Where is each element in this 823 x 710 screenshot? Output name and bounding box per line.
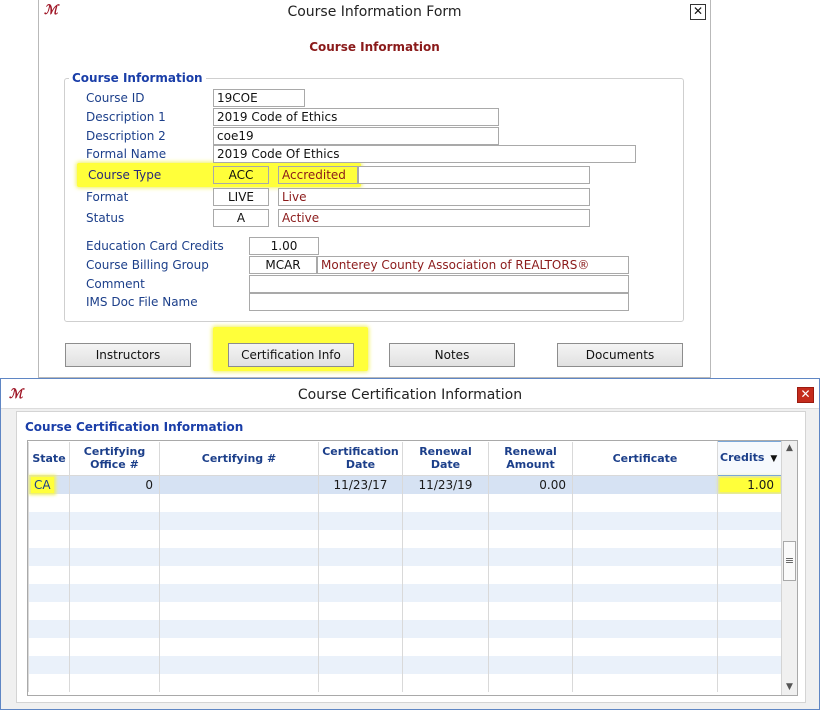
table-row[interactable]: [28, 511, 783, 530]
scroll-thumb[interactable]: ≡: [783, 541, 796, 581]
certification-table: State Certifying Office # Certifying # C…: [28, 441, 783, 692]
sort-descending-icon[interactable]: ▼: [770, 454, 777, 464]
window-title: Course Certification Information: [297, 387, 523, 403]
education-card-credits-field[interactable]: 1.00: [249, 237, 319, 255]
title-bar: ℳ Course Information Form ✕: [39, 0, 710, 26]
ims-doc-file-name-label: IMS Doc File Name: [86, 295, 198, 309]
table-row[interactable]: [28, 583, 783, 602]
course-certification-window: ℳ Course Certification Information ✕ Cou…: [0, 378, 820, 710]
table-row[interactable]: CA 0 11/23/17 11/23/19 0.00 1.00: [28, 475, 783, 494]
documents-button[interactable]: Documents: [557, 343, 683, 367]
column-header-certification-date[interactable]: Certification Date: [318, 441, 403, 476]
course-type-desc-field: Accredited: [278, 166, 358, 184]
formal-name-field[interactable]: 2019 Code Of Ethics: [213, 145, 636, 163]
ims-doc-file-name-field[interactable]: [249, 293, 629, 311]
formal-name-label: Formal Name: [86, 147, 167, 161]
format-label: Format: [86, 190, 129, 204]
notes-button[interactable]: Notes: [389, 343, 515, 367]
table-row[interactable]: [28, 619, 783, 638]
credits-value: 1.00: [720, 477, 780, 492]
column-header-state[interactable]: State: [28, 441, 70, 476]
table-row[interactable]: [28, 601, 783, 620]
certification-panel: Course Certification Information State C…: [16, 411, 806, 703]
certification-info-button[interactable]: Certification Info: [228, 343, 354, 367]
window-title: Course Information Form: [287, 4, 462, 20]
certification-date-cell[interactable]: 11/23/17: [318, 475, 403, 494]
course-type-label: Course Type: [88, 168, 162, 182]
credits-header-label: Credits: [720, 451, 765, 464]
status-desc-field: Active: [278, 209, 590, 227]
billing-group-code-field[interactable]: MCAR: [249, 256, 317, 274]
description1-label: Description 1: [86, 110, 166, 124]
instructors-button[interactable]: Instructors: [65, 343, 191, 367]
course-billing-group-label: Course Billing Group: [86, 258, 209, 272]
column-header-renewal-date[interactable]: Renewal Date: [402, 441, 489, 476]
title-bar: ℳ Course Certification Information ✕: [1, 379, 819, 409]
vertical-scrollbar[interactable]: ▲ ≡ ▼: [781, 441, 797, 695]
description2-field[interactable]: coe19: [213, 127, 499, 145]
course-type-code-field[interactable]: ACC: [213, 166, 269, 184]
column-header-certificate[interactable]: Certificate: [572, 441, 718, 476]
course-information-window: ℳ Course Information Form ✕ Course Infor…: [38, 0, 711, 378]
format-desc-field: Live: [278, 188, 590, 206]
table-row[interactable]: [28, 493, 783, 512]
certificate-cell[interactable]: [572, 475, 718, 494]
certifying-number-cell[interactable]: [159, 475, 319, 494]
comment-field[interactable]: [249, 275, 629, 293]
status-code-field[interactable]: A: [213, 209, 269, 227]
column-header-certifying-number[interactable]: Certifying #: [159, 441, 319, 476]
group-title: Course Information: [69, 71, 206, 85]
table-row[interactable]: [28, 655, 783, 674]
column-header-certifying-office[interactable]: Certifying Office #: [69, 441, 160, 476]
state-value: CA: [31, 476, 54, 493]
renewal-amount-cell[interactable]: 0.00: [488, 475, 573, 494]
table-row[interactable]: [28, 547, 783, 566]
course-type-desc-extension: [358, 166, 590, 184]
format-code-field[interactable]: LIVE: [213, 188, 269, 206]
table-header-row: State Certifying Office # Certifying # C…: [28, 441, 783, 476]
form-heading: Course Information: [309, 40, 440, 54]
description2-label: Description 2: [86, 129, 166, 143]
credits-cell[interactable]: 1.00: [717, 475, 783, 494]
certification-grid: State Certifying Office # Certifying # C…: [27, 440, 798, 696]
close-button[interactable]: ✕: [690, 4, 706, 20]
column-header-credits[interactable]: Credits ▼: [717, 441, 783, 476]
scroll-down-icon[interactable]: ▼: [782, 680, 797, 695]
certifying-office-cell[interactable]: 0: [69, 475, 160, 494]
description1-field[interactable]: 2019 Code of Ethics: [213, 108, 499, 126]
section-title: Course Certification Information: [25, 420, 244, 434]
status-label: Status: [86, 211, 125, 225]
table-row[interactable]: [28, 529, 783, 548]
column-header-renewal-amount[interactable]: Renewal Amount: [488, 441, 573, 476]
table-row[interactable]: [28, 565, 783, 584]
billing-group-desc-field: Monterey County Association of REALTORS®: [317, 256, 629, 274]
renewal-date-cell[interactable]: 11/23/19: [402, 475, 489, 494]
table-row[interactable]: [28, 637, 783, 656]
scroll-up-icon[interactable]: ▲: [782, 441, 797, 456]
state-cell[interactable]: CA: [28, 475, 70, 494]
close-button[interactable]: ✕: [797, 387, 814, 403]
course-id-field[interactable]: 19COE: [213, 89, 305, 107]
table-row[interactable]: [28, 673, 783, 692]
education-card-credits-label: Education Card Credits: [86, 239, 224, 253]
comment-label: Comment: [86, 277, 145, 291]
course-id-label: Course ID: [86, 91, 145, 105]
